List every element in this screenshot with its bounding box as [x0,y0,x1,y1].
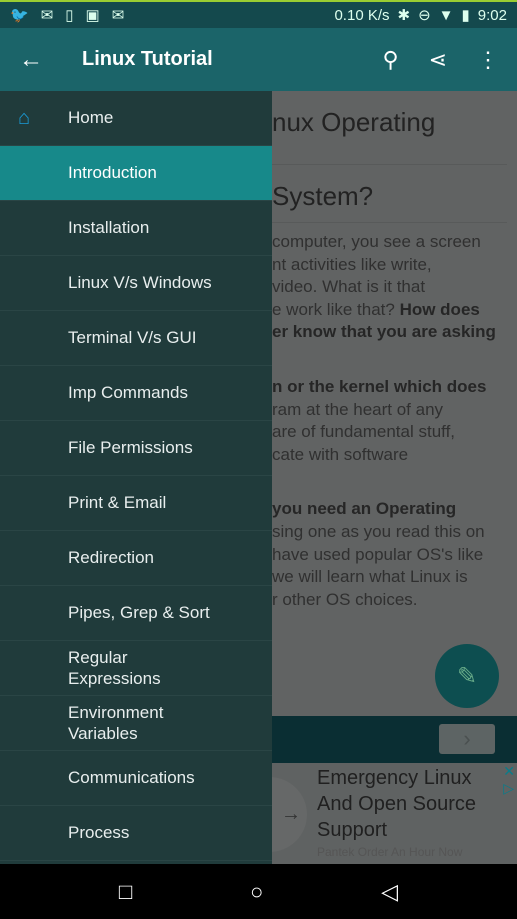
drawer-item-terminal-v-s-gui[interactable]: Terminal V/s GUI [0,311,272,366]
drawer-item-regular-expressions[interactable]: Regular Expressions [0,641,272,696]
drawer-item-home[interactable]: ⌂ Home [0,91,272,146]
image-icon: ▣ [85,7,100,24]
drawer-item-label: Imp Commands [68,383,188,402]
system-nav-bar: □ ○ ◁ [0,864,517,919]
drawer-item-label: Pipes, Grep & Sort [68,603,210,622]
article-subheading: System? [272,181,374,211]
next-button[interactable]: › [439,724,495,754]
share-icon[interactable]: ⋖ [429,47,447,73]
phone-icon: ▯ [65,7,74,24]
bluetooth-icon: ✱ [397,7,411,24]
drawer-item-label: Process [68,823,130,842]
more-options-icon[interactable]: ⋮ [477,47,499,73]
app-bar: ← Linux Tutorial ⚲ ⋖ ⋮ [0,28,517,91]
recents-icon[interactable]: □ [119,879,132,905]
back-arrow-icon[interactable]: ← [0,46,62,74]
navigation-drawer: ⌂ Home Introduction Installation Linux V/s W… [0,91,272,864]
ad-subtitle: Pantek Order An Hour Now [317,845,463,859]
wifi-icon: ▼ [438,6,454,24]
battery-icon: ▮ [461,7,470,24]
drawer-item-pipes-grep-sort[interactable]: Pipes, Grep & Sort [0,586,272,641]
drawer-item-label: File Permissions [68,438,193,457]
status-bar: 🐦 ✉ ▯ ▣ ✉ 0.10 K/s ✱ ⊖ ▼ ▮ 9:02 [0,0,517,28]
drawer-item-label: Home [68,108,114,127]
mail-icon: ✉ [40,7,54,24]
home-icon: ⌂ [18,106,31,129]
home-icon[interactable]: ○ [250,879,263,905]
article-content: nux Operating System? computer, you see … [272,91,517,864]
ad-banner[interactable]: → Emergency Linux And Open Source Support … [272,763,517,864]
drawer-item-label: Introduction [68,163,157,182]
drawer-item-imp-commands[interactable]: Imp Commands [0,366,272,421]
back-icon[interactable]: ◁ [381,879,398,905]
edit-fab[interactable]: ✎ [435,644,499,708]
ad-close-icon[interactable]: ✕ ▷ [503,763,515,797]
drawer-item-label: Terminal V/s GUI [68,328,197,347]
drawer-item-label: Communications [68,768,195,787]
paragraph-1: computer, you see a screen nt activities … [272,232,496,342]
drawer-item-label: Installation [68,218,150,237]
drawer-item-linux-v-s-windows[interactable]: Linux V/s Windows [0,256,272,311]
drawer-item-file-permissions[interactable]: File Permissions [0,421,272,476]
drawer-item-label: Regular Expressions [68,648,161,688]
clock: 9:02 [477,6,507,24]
drawer-item-redirection[interactable]: Redirection [0,531,272,586]
drawer-item-environment-variables[interactable]: Environment Variables [0,696,272,751]
drawer-item-label: Redirection [68,548,154,567]
divider [272,164,507,165]
navigation-bar: › [272,716,517,763]
search-icon[interactable]: ⚲ [382,47,398,73]
paragraph-3: you need an Operating sing one as you rea… [272,499,485,609]
drawer-item-label: Print & Email [68,493,167,512]
ad-arrow-icon[interactable]: → [272,777,307,852]
drawer-item-introduction[interactable]: Introduction [0,146,272,201]
dnd-icon: ⊖ [418,7,431,24]
paragraph-2: n or the kernel which does ram at the hea… [272,376,487,464]
drawer-item-print-email[interactable]: Print & Email [0,476,272,531]
app-title: Linux Tutorial [82,48,213,70]
drawer-item-installation[interactable]: Installation [0,201,272,256]
divider [272,222,507,223]
email-icon: ✉ [111,7,125,24]
drawer-item-label: Linux V/s Windows [68,273,212,292]
twitter-icon: 🐦 [10,7,29,24]
article-heading: nux Operating [272,107,436,137]
network-speed: 0.10 K/s [334,6,390,24]
drawer-item-label: Environment Variables [68,703,164,743]
drawer-item-process[interactable]: Process [0,806,272,861]
pencil-icon: ✎ [456,662,478,690]
drawer-item-communications[interactable]: Communications [0,751,272,806]
